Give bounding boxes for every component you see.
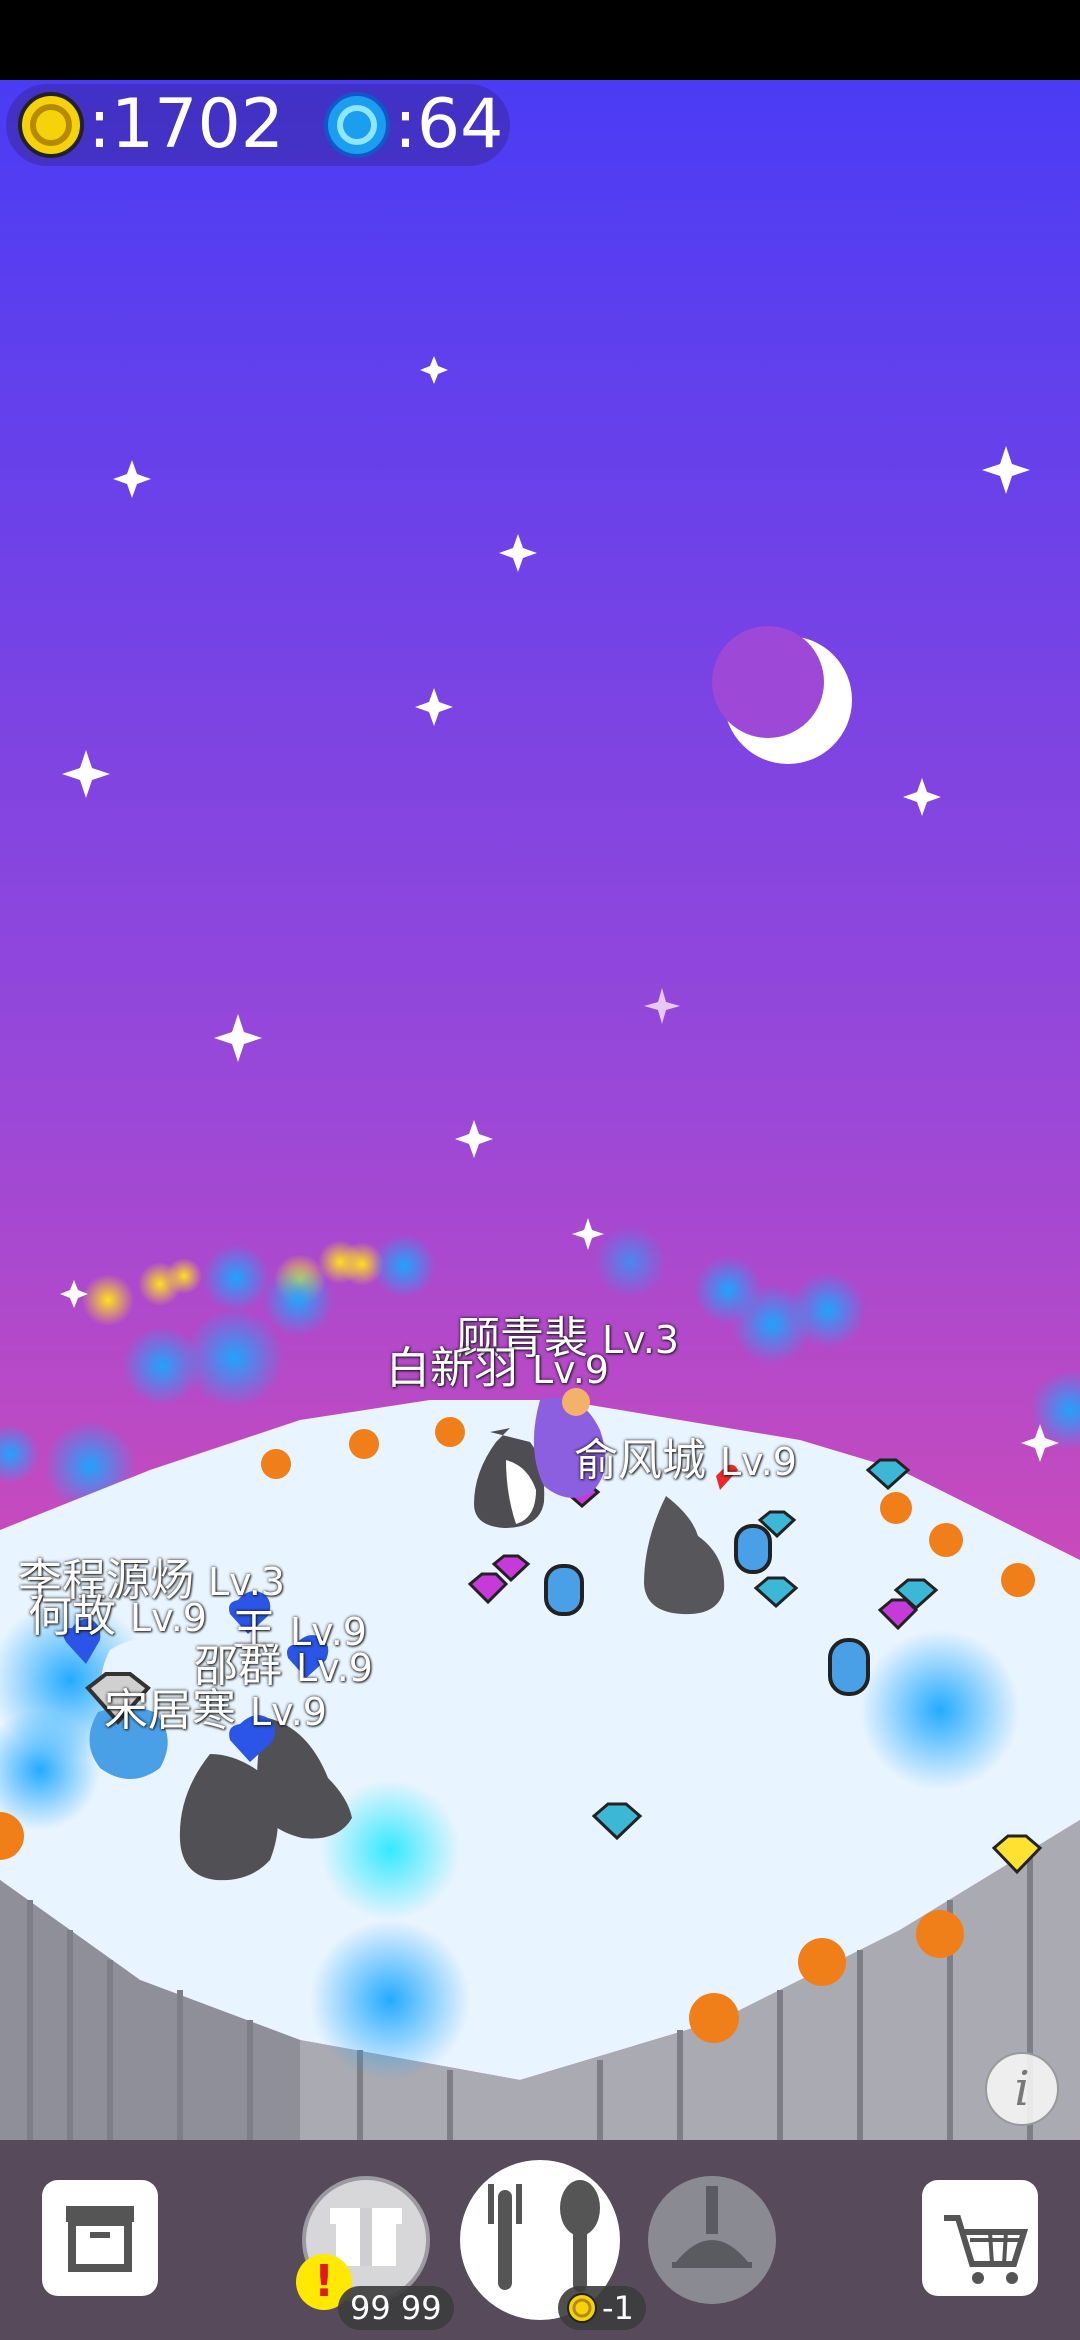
gift-count: 99 99	[338, 2286, 454, 2330]
storage-box-button	[42, 2180, 158, 2296]
clean-plunger-button	[648, 2176, 776, 2304]
character-tag[interactable]: 宋居寒 Lv.9	[104, 1674, 327, 1738]
coin-count: :1702	[88, 85, 284, 164]
character-tag[interactable]: 俞风城 Lv.9	[574, 1424, 797, 1488]
blue-gem-icon	[323, 92, 390, 158]
gold-coin-icon	[18, 92, 84, 158]
currency-hud: :1702 :64	[6, 84, 510, 166]
gem-count: :64	[393, 85, 504, 164]
gold-coin-icon	[567, 2293, 597, 2323]
character-tag[interactable]: 何故 Lv.9	[28, 1580, 207, 1644]
character-tag[interactable]: 白新羽 Lv.9	[386, 1332, 609, 1396]
feed-cost: -1	[558, 2286, 646, 2330]
game-scene[interactable]	[0, 0, 1080, 2340]
info-button[interactable]: i	[985, 2052, 1059, 2126]
shop-cart-button	[922, 2180, 1038, 2296]
